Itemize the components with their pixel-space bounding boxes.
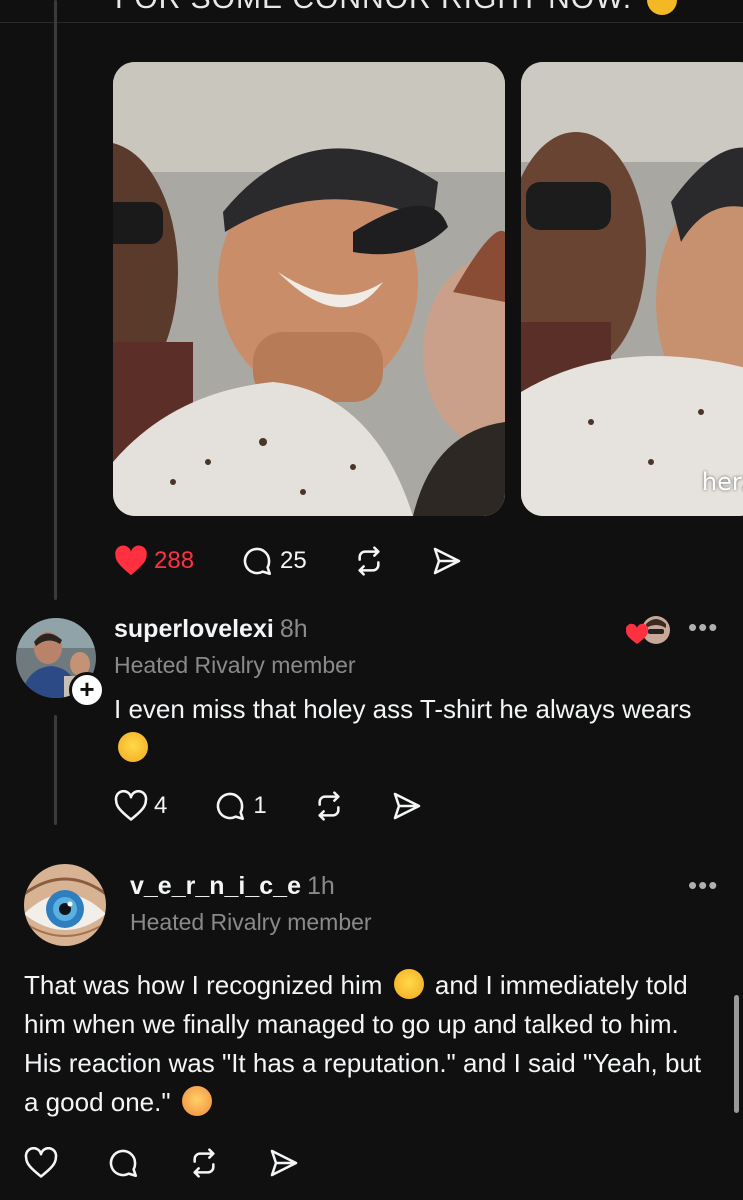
post-photo-2[interactable]: herzi	[521, 62, 743, 516]
more-dots-icon[interactable]: •••	[688, 612, 718, 643]
share-button[interactable]	[431, 545, 463, 577]
thread-line	[54, 0, 57, 600]
reply-text: I even miss that holey ass T-shirt he al…	[114, 690, 714, 768]
emoji	[647, 0, 678, 16]
comment-button[interactable]	[106, 1146, 140, 1180]
repost-button[interactable]	[313, 790, 345, 822]
paper-plane-icon	[393, 792, 420, 820]
speech-bubble-icon	[243, 547, 272, 576]
photo-watermark: herzi	[701, 468, 743, 496]
grinning-sweat-emoji	[393, 969, 424, 999]
rolling-on-floor-laughing-emoji	[118, 732, 148, 762]
member-badge: Heated Rivalry member	[114, 652, 356, 678]
repost-icon	[318, 791, 340, 821]
speech-bubble-icon	[109, 1149, 138, 1178]
share-button[interactable]	[268, 1147, 300, 1179]
follow-plus-button[interactable]: +	[69, 672, 105, 708]
heart-icon	[114, 790, 148, 821]
repost-button[interactable]	[353, 545, 385, 577]
reply-author[interactable]: v_e_r_n_i_c_e 1h	[130, 872, 335, 901]
like-button[interactable]	[24, 1147, 58, 1179]
like-count: 288	[154, 547, 195, 574]
thread-line	[54, 715, 57, 825]
reply-actions	[24, 1146, 346, 1180]
comment-count: 25	[280, 547, 307, 574]
repost-icon	[193, 1148, 215, 1178]
speech-bubble-icon	[217, 792, 245, 821]
post-photo-1[interactable]	[113, 62, 505, 516]
top-caption-strip: FOR SOME CONNOR RIGHT NOW.	[0, 0, 743, 23]
comment-count: 1	[253, 792, 267, 819]
post-caption-cutoff: FOR SOME CONNOR RIGHT NOW.	[115, 0, 678, 16]
paper-plane-icon	[433, 547, 461, 575]
like-count: 4	[154, 792, 168, 819]
share-button[interactable]	[391, 790, 423, 822]
reply-text: That was how I recognized him and I imme…	[24, 969, 702, 1117]
heart-avatar-icon	[625, 616, 670, 644]
heart-icon	[115, 545, 147, 576]
repost-button[interactable]	[188, 1147, 220, 1179]
reply-actions: 4 1	[114, 789, 469, 823]
post-actions: 288 25	[114, 544, 509, 578]
heart-icon	[24, 1147, 58, 1178]
scrollbar[interactable]	[734, 995, 739, 1113]
smiling-hearts-emoji	[181, 1086, 212, 1116]
reply-author[interactable]: superlovelexi 8h	[114, 615, 308, 644]
author-liked-indicator	[625, 614, 672, 648]
paper-plane-icon	[270, 1149, 298, 1177]
photo-2-image	[521, 62, 743, 516]
photo-1-image	[113, 62, 505, 516]
repost-icon	[358, 546, 380, 576]
like-button[interactable]: 288	[114, 545, 194, 577]
reply-timestamp: 1h	[306, 872, 335, 900]
avatar[interactable]	[24, 864, 106, 946]
reply-timestamp: 8h	[279, 615, 308, 643]
like-button[interactable]: 4	[114, 790, 167, 822]
member-badge: Heated Rivalry member	[130, 909, 372, 935]
comment-button[interactable]: 25	[240, 544, 307, 578]
comment-button[interactable]: 1	[213, 789, 267, 823]
more-dots-icon[interactable]: •••	[688, 870, 718, 901]
